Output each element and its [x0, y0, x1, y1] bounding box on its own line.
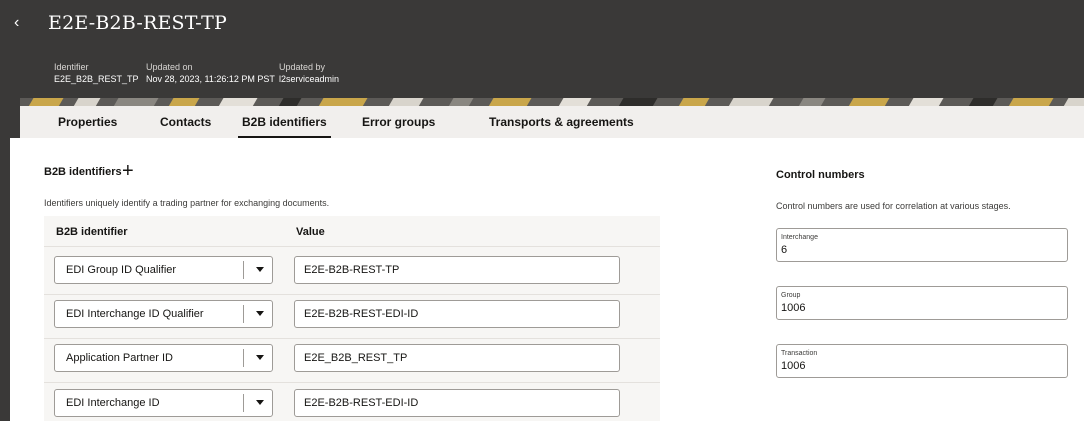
identifier-value-text: E2E_B2B_REST_TP	[304, 352, 408, 364]
meta-updated-on-value: Nov 28, 2023, 11:26:12 PM PST	[146, 74, 275, 84]
identifier-value-input[interactable]: E2E-B2B-REST-EDI-ID	[294, 300, 620, 328]
identifiers-table: B2B identifier Value EDI Group ID Qualif…	[44, 216, 660, 421]
identifier-type-value: EDI Group ID Qualifier	[66, 264, 177, 276]
meta-updated-on-label: Updated on	[146, 62, 193, 72]
interchange-label: Interchange	[781, 234, 818, 241]
identifiers-description: Identifiers uniquely identify a trading …	[44, 198, 330, 208]
group-field[interactable]: Group 1006	[776, 286, 1068, 320]
meta-updated-by: Updated by l2serviceadmin	[279, 61, 339, 85]
column-header-value: Value	[296, 226, 325, 238]
identifier-value-input[interactable]: E2E-B2B-REST-EDI-ID	[294, 389, 620, 417]
meta-identifier-value: E2E_B2B_REST_TP	[54, 74, 139, 84]
identifier-type-value: EDI Interchange ID Qualifier	[66, 308, 204, 320]
identifier-value-input[interactable]: E2E-B2B-REST-TP	[294, 256, 620, 284]
caret-down-icon[interactable]	[256, 311, 264, 316]
transaction-field[interactable]: Transaction 1006	[776, 344, 1068, 378]
tab-bar: Properties Contacts B2B identifiers Erro…	[20, 106, 1084, 138]
control-numbers-description: Control numbers are used for correlation…	[776, 201, 1011, 211]
tab-contacts[interactable]: Contacts	[160, 115, 211, 129]
tab-transports-agreements[interactable]: Transports & agreements	[489, 115, 634, 129]
caret-down-icon[interactable]	[256, 355, 264, 360]
tab-properties[interactable]: Properties	[58, 115, 117, 129]
identifier-value-text: E2E-B2B-REST-EDI-ID	[304, 308, 419, 320]
interchange-value: 6	[781, 244, 788, 256]
identifier-type-select[interactable]: EDI Interchange ID Qualifier	[54, 300, 273, 328]
caret-down-icon[interactable]	[256, 267, 264, 272]
identifier-value-input[interactable]: E2E_B2B_REST_TP	[294, 344, 620, 372]
page-title: E2E-B2B-REST-TP	[48, 12, 228, 34]
meta-updated-on: Updated on Nov 28, 2023, 11:26:12 PM PST	[146, 61, 275, 85]
meta-identifier: Identifier E2E_B2B_REST_TP	[54, 61, 139, 85]
meta-identifier-label: Identifier	[54, 62, 89, 72]
meta-updated-by-label: Updated by	[279, 62, 326, 72]
table-divider	[44, 382, 660, 383]
group-value: 1006	[781, 302, 806, 314]
table-divider	[44, 338, 660, 339]
identifier-type-select[interactable]: EDI Interchange ID	[54, 389, 273, 417]
back-chevron-icon[interactable]: ‹	[14, 12, 32, 34]
column-header-b2b-identifier: B2B identifier	[56, 226, 128, 238]
interchange-field[interactable]: Interchange 6	[776, 228, 1068, 262]
select-divider	[243, 305, 244, 323]
select-divider	[243, 394, 244, 412]
select-divider	[243, 261, 244, 279]
group-label: Group	[781, 292, 801, 299]
tab-error-groups[interactable]: Error groups	[362, 115, 435, 129]
transaction-value: 1006	[781, 360, 806, 372]
table-divider	[44, 294, 660, 295]
identifier-value-text: E2E-B2B-REST-TP	[304, 264, 400, 276]
identifiers-section-title: B2B identifiers	[44, 166, 122, 178]
identifier-value-text: E2E-B2B-REST-EDI-ID	[304, 397, 419, 409]
caret-down-icon[interactable]	[256, 400, 264, 405]
meta-updated-by-value: l2serviceadmin	[279, 74, 340, 84]
table-divider	[44, 246, 660, 247]
select-divider	[243, 349, 244, 367]
add-identifier-plus-icon[interactable]: +	[122, 161, 134, 181]
control-numbers-title: Control numbers	[776, 169, 865, 181]
identifier-type-select[interactable]: EDI Group ID Qualifier	[54, 256, 273, 284]
identifier-type-value: EDI Interchange ID	[66, 397, 160, 409]
transaction-label: Transaction	[781, 350, 818, 357]
tab-b2b-identifiers[interactable]: B2B identifiers	[238, 115, 331, 138]
left-edge-inner	[10, 138, 20, 421]
identifier-type-select[interactable]: Application Partner ID	[54, 344, 273, 372]
identifier-type-value: Application Partner ID	[66, 352, 173, 364]
